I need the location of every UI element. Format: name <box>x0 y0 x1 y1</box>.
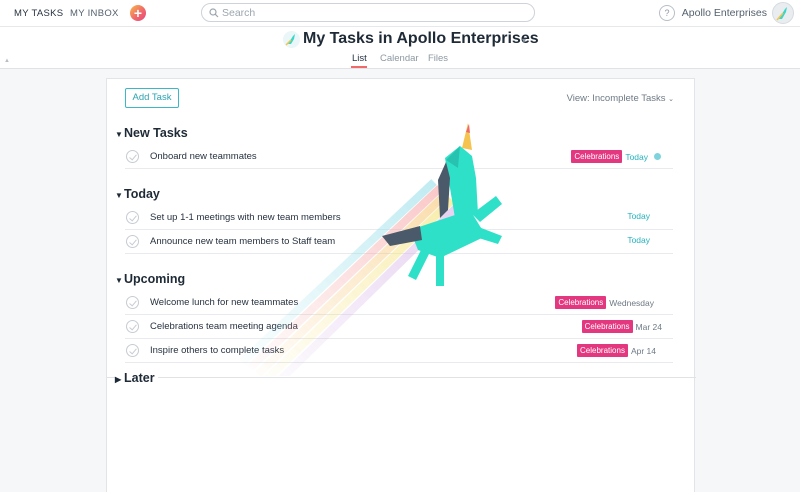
task-meta: Today <box>627 211 673 221</box>
celebration-unicorn-icon <box>240 123 502 376</box>
complete-checkbox[interactable] <box>126 296 139 309</box>
caret-down-icon: ▼ <box>115 130 123 139</box>
section-title: Upcoming <box>124 272 186 286</box>
project-header: My Tasks in Apollo Enterprises ▾ List Ca… <box>0 27 800 69</box>
add-task-button[interactable]: Add Task <box>125 88 179 108</box>
complete-checkbox[interactable] <box>126 320 139 333</box>
task-meta: Celebrations Wednesday <box>555 296 673 309</box>
section-title: Today <box>124 187 160 201</box>
section-header-later[interactable]: ▶ Later <box>115 371 158 385</box>
page-title[interactable]: My Tasks in Apollo Enterprises <box>303 30 539 48</box>
quick-add-button[interactable]: + <box>130 5 146 21</box>
due-date[interactable]: Today <box>627 211 650 221</box>
project-tag[interactable]: Celebrations <box>571 150 623 163</box>
task-meta: Today <box>627 235 673 245</box>
section-header-new-tasks[interactable]: ▼New Tasks <box>115 126 188 140</box>
help-button[interactable]: ? <box>659 5 675 21</box>
later-divider <box>107 377 696 378</box>
top-bar: MY TASKS MY INBOX + ? Apollo Enterprises <box>0 0 800 27</box>
project-tag[interactable]: Celebrations <box>577 344 628 357</box>
search-icon <box>209 8 219 18</box>
section-title: New Tasks <box>124 126 188 140</box>
task-meta: Celebrations Mar 24 <box>581 320 673 333</box>
section-header-today[interactable]: ▼Today <box>115 187 160 201</box>
caret-right-icon: ▶ <box>115 375 122 384</box>
caret-down-icon: ▼ <box>115 276 123 285</box>
project-tag[interactable]: Celebrations <box>581 320 633 333</box>
user-avatar[interactable] <box>772 2 794 24</box>
complete-checkbox[interactable] <box>126 344 139 357</box>
search-bar[interactable] <box>201 3 535 22</box>
recurring-icon <box>654 153 661 160</box>
caret-down-icon: ▼ <box>115 191 123 200</box>
organization-name[interactable]: Apollo Enterprises <box>682 7 767 19</box>
section-header-upcoming[interactable]: ▼Upcoming <box>115 272 185 286</box>
due-date[interactable]: Today <box>627 235 650 245</box>
complete-checkbox[interactable] <box>126 150 139 163</box>
due-date[interactable]: Mar 24 <box>636 322 662 332</box>
search-input[interactable] <box>222 5 522 20</box>
project-tag[interactable]: Celebrations <box>555 296 607 309</box>
complete-checkbox[interactable] <box>126 211 139 224</box>
tab-files[interactable]: Files <box>428 53 448 64</box>
active-tab-indicator <box>351 66 367 68</box>
my-tasks-link[interactable]: MY TASKS <box>14 8 63 19</box>
due-date[interactable]: Apr 14 <box>631 346 656 356</box>
due-date[interactable]: Today <box>625 152 648 162</box>
collapse-sidebar-icon[interactable]: ▲ <box>4 58 10 64</box>
section-title: Later <box>124 371 155 385</box>
chevron-down-icon: ⌄ <box>668 96 674 103</box>
tab-list[interactable]: List <box>352 53 367 64</box>
my-inbox-link[interactable]: MY INBOX <box>70 8 119 19</box>
view-filter-dropdown[interactable]: View: Incomplete Tasks ⌄ <box>567 93 674 104</box>
tab-calendar[interactable]: Calendar <box>380 53 419 64</box>
unicorn-icon <box>285 34 295 46</box>
unicorn-avatar-icon <box>776 7 787 21</box>
task-meta: Celebrations Apr 14 <box>577 344 673 357</box>
chevron-down-icon[interactable]: ▾ <box>522 36 526 45</box>
task-meta: Celebrations Today <box>571 150 673 163</box>
complete-checkbox[interactable] <box>126 235 139 248</box>
view-filter-label: View: Incomplete Tasks <box>566 93 666 104</box>
project-icon <box>283 31 300 48</box>
due-date[interactable]: Wednesday <box>609 298 654 308</box>
